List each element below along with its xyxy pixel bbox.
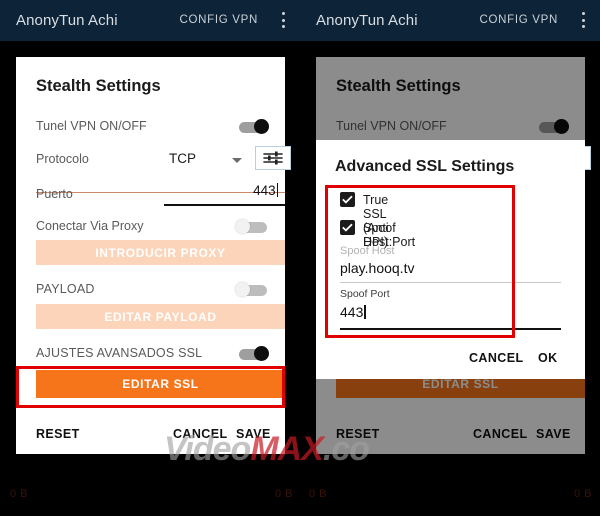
ssl-toggle-left[interactable]	[235, 346, 269, 361]
status-counter-4: 0 B	[574, 488, 593, 500]
kebab-menu-icon-right[interactable]	[582, 12, 586, 30]
app-bar-right-pane: AnonyTun Achi CONFIG VPN	[300, 0, 600, 41]
config-vpn-button-left[interactable]: CONFIG VPN	[179, 14, 258, 26]
row-ssl-left: AJUSTES AVANSADOS SSL	[36, 342, 269, 368]
editar-payload-button-left[interactable]: EDITAR PAYLOAD	[36, 304, 285, 329]
app-title-left: AnonyTun Achi	[16, 12, 118, 29]
app-bar: AnonyTun Achi CONFIG VPN AnonyTun Achi C…	[0, 0, 600, 41]
proxy-toggle-left[interactable]	[235, 219, 269, 234]
proxy-label-left: Conectar Via Proxy	[36, 219, 144, 233]
protocol-label-left: Protocolo	[36, 152, 89, 166]
ssl-label-left: AJUSTES AVANSADOS SSL	[36, 346, 203, 360]
app-title-right: AnonyTun Achi	[316, 12, 418, 29]
port-label-left: Puerto	[36, 187, 73, 201]
tunnel-vpn-label-left: Tunel VPN ON/OFF	[36, 119, 147, 133]
status-counter-2: 0 B	[275, 488, 294, 500]
dialog-title: Advanced SSL Settings	[335, 158, 515, 175]
app-bar-left-pane: AnonyTun Achi CONFIG VPN	[0, 0, 300, 41]
highlight-box-ssl-fields	[325, 185, 515, 338]
port-input-left[interactable]: 443	[171, 183, 278, 198]
payload-label-left: PAYLOAD	[36, 282, 95, 296]
app-screenshot: AnonyTun Achi CONFIG VPN AnonyTun Achi C…	[0, 0, 600, 516]
kebab-menu-icon-left[interactable]	[282, 12, 286, 30]
cancel-button-left[interactable]: CANCEL	[173, 427, 227, 441]
save-button-left[interactable]: SAVE	[236, 427, 271, 441]
config-vpn-button-right[interactable]: CONFIG VPN	[479, 14, 558, 26]
port-input-underline-left	[164, 204, 285, 206]
reset-button-left[interactable]: RESET	[36, 427, 80, 441]
protocol-select-value-left[interactable]: TCP	[169, 151, 196, 166]
port-input-value-left: 443	[253, 183, 276, 198]
status-counter-3: 0 B	[309, 488, 328, 500]
highlight-box-editar-ssl	[16, 366, 285, 408]
tune-sliders-icon-left[interactable]	[255, 146, 291, 170]
row-tunnel-vpn-left: Tunel VPN ON/OFF	[36, 115, 269, 141]
text-caret-left	[276, 183, 278, 197]
tunnel-vpn-toggle-left[interactable]	[235, 119, 269, 134]
row-payload-left: PAYLOAD	[36, 278, 267, 304]
page-title-left: Stealth Settings	[36, 77, 161, 95]
status-counter-1: 0 B	[10, 488, 29, 500]
dialog-cancel-button[interactable]: CANCEL	[469, 351, 523, 365]
payload-toggle-left[interactable]	[235, 282, 269, 297]
chevron-down-icon-left[interactable]	[232, 158, 242, 163]
dialog-ok-button[interactable]: OK	[538, 351, 558, 365]
introducir-proxy-button-left[interactable]: INTRODUCIR PROXY	[36, 240, 285, 265]
row-proxy-left: Conectar Via Proxy	[36, 215, 267, 241]
row-protocol-left: Protocolo TCP	[36, 146, 291, 174]
